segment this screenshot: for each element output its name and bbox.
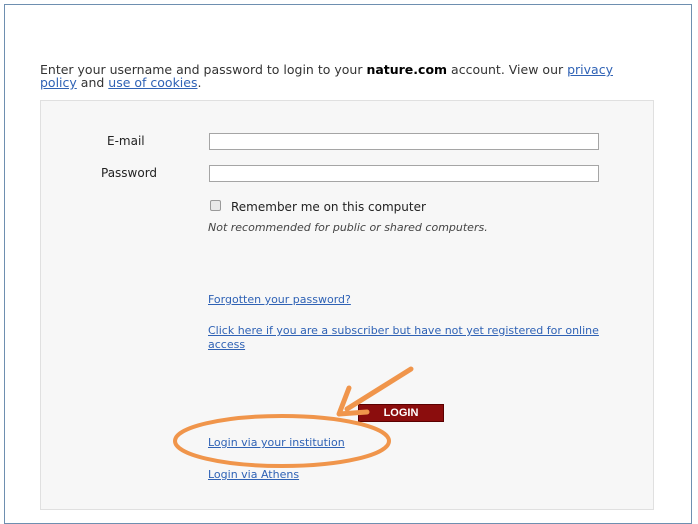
annotation-overlay (173, 366, 414, 468)
highlight-ellipse (173, 414, 391, 468)
highlight-arrow-shaft (344, 366, 414, 412)
